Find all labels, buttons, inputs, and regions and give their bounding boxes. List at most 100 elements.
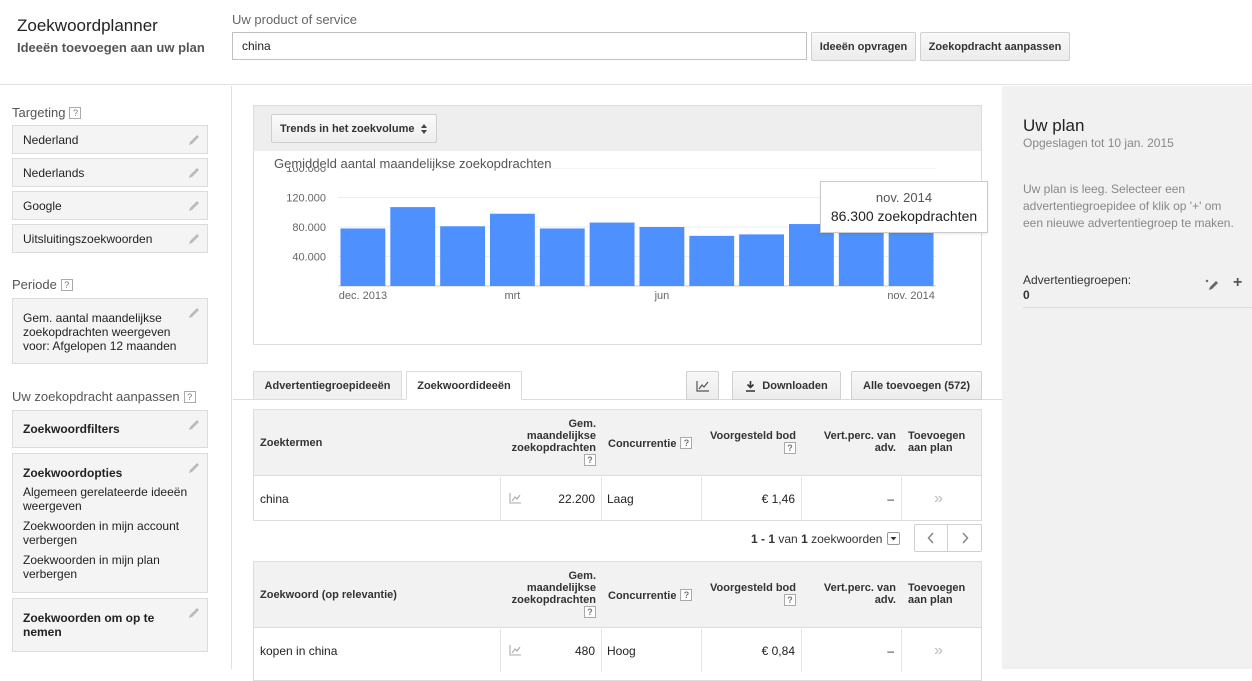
pencil-icon[interactable] <box>187 232 201 246</box>
help-icon[interactable]: ? <box>584 606 596 618</box>
customize-heading: Uw zoekopdracht aanpassen? <box>12 389 196 404</box>
period-box[interactable]: Gem. aantal maandelijkse zoekopdrachten … <box>12 298 208 364</box>
help-icon[interactable]: ? <box>680 589 693 601</box>
plan-divider <box>1023 307 1252 308</box>
add-ad-group-icon[interactable]: + <box>1233 274 1242 292</box>
get-ideas-button[interactable]: Ideeën opvragen <box>811 32 916 61</box>
line-chart-icon <box>695 380 709 392</box>
col-suggested-bid[interactable]: Voorgesteld bod ? <box>694 582 796 607</box>
chart-toolbar: Trends in het zoekvolume <box>254 106 981 151</box>
y-tick-label: 80.000 <box>292 222 326 234</box>
col-ad-impression-share[interactable]: Vert.perc. van adv. <box>809 582 896 606</box>
next-page-button[interactable] <box>949 525 981 551</box>
chart-bar[interactable] <box>440 226 486 286</box>
trend-chart-panel: Trends in het zoekvolume Gemiddeld aanta… <box>253 105 988 345</box>
add-to-plan-icon[interactable]: » <box>934 629 943 672</box>
chevron-down-icon <box>890 537 897 541</box>
app-title: Zoekwoordplanner <box>17 16 158 35</box>
pencil-icon[interactable] <box>187 166 201 180</box>
trend-selector[interactable]: Trends in het zoekvolume <box>271 114 438 143</box>
targeting-location[interactable]: Nederland <box>12 125 208 154</box>
download-button[interactable]: Downloaden <box>732 371 841 400</box>
impression-share-cell: – <box>887 643 894 658</box>
chart-bar[interactable] <box>639 227 685 286</box>
competition-cell: Laag <box>607 491 634 506</box>
chart-toggle-button[interactable] <box>686 371 719 400</box>
previous-page-button[interactable] <box>915 525 948 551</box>
product-search-input[interactable] <box>232 32 807 60</box>
chart-tooltip: nov. 2014 86.300 zoekopdrachten <box>820 181 988 233</box>
competition-cell: Hoog <box>607 643 636 658</box>
chart-bar[interactable] <box>539 228 585 286</box>
search-terms-table: Zoektermen Gem. maandelijkse zoekopdrach… <box>253 409 982 521</box>
chart-bar[interactable] <box>589 222 635 286</box>
keyword-cell: china <box>260 491 289 506</box>
impression-share-cell: – <box>887 491 894 506</box>
avg-searches-cell: 480 <box>574 643 595 658</box>
x-tick-label: jun <box>654 290 670 302</box>
trend-chart-icon[interactable] <box>509 492 522 504</box>
help-icon[interactable]: ? <box>69 107 82 119</box>
table-header: Zoektermen Gem. maandelijkse zoekopdrach… <box>254 410 981 476</box>
app-subtitle: Ideeën toevoegen aan uw plan <box>17 40 205 55</box>
col-suggested-bid[interactable]: Voorgesteld bod ? <box>694 430 796 455</box>
targeting-negative-keywords[interactable]: Uitsluitingszoekwoorden <box>12 224 208 253</box>
chart-bar[interactable] <box>390 207 436 286</box>
help-icon[interactable]: ? <box>584 454 596 466</box>
keyword-filters-box[interactable]: Zoekwoordfilters <box>12 410 208 448</box>
y-tick-label: 40.000 <box>292 252 326 264</box>
chevron-right-icon <box>962 532 969 544</box>
help-icon[interactable]: ? <box>183 391 196 403</box>
col-keyword-relevance[interactable]: Zoekwoord (op relevantie) <box>260 589 397 601</box>
pencil-icon[interactable] <box>187 461 201 475</box>
page-size-dropdown[interactable] <box>887 532 900 545</box>
tab-keyword-ideas[interactable]: Zoekwoordideeën <box>406 371 522 400</box>
col-search-terms[interactable]: Zoektermen <box>260 437 322 449</box>
edit-icon[interactable] <box>1205 279 1221 291</box>
keyword-options-box[interactable]: Zoekwoordopties Algemeen gerelateerde id… <box>12 453 208 593</box>
chart-bar[interactable] <box>739 234 785 286</box>
table-header: Zoekwoord (op relevantie) Gem. maandelij… <box>254 562 981 628</box>
keyword-ideas-table: Zoekwoord (op relevantie) Gem. maandelij… <box>253 561 982 681</box>
period-heading: Periode? <box>12 277 73 292</box>
include-keywords-box[interactable]: Zoekwoorden om op te nemen <box>12 598 208 652</box>
add-to-plan-icon[interactable]: » <box>934 477 943 520</box>
table-row: kopen in china 480 Hoog € 0,84 – » <box>254 629 981 672</box>
add-all-button[interactable]: Alle toevoegen (572) <box>851 371 982 400</box>
y-tick-label: 120.000 <box>286 193 326 205</box>
plan-panel: Uw plan Opgeslagen tot 10 jan. 2015 Uw p… <box>1002 86 1252 669</box>
help-icon[interactable]: ? <box>784 594 796 606</box>
product-field-label: Uw product of service <box>232 12 357 27</box>
chart-bar[interactable] <box>489 213 535 286</box>
col-competition[interactable]: Concurrentie? <box>608 437 693 450</box>
plan-empty-message: Uw plan is leeg. Selecteer een advertent… <box>1023 182 1234 230</box>
tab-ad-group-ideas[interactable]: Advertentiegroepideeën <box>253 371 402 400</box>
col-competition[interactable]: Concurrentie? <box>608 589 693 602</box>
help-icon[interactable]: ? <box>60 279 73 291</box>
targeting-network[interactable]: Google <box>12 191 208 220</box>
chevron-left-icon <box>927 532 934 544</box>
pencil-icon[interactable] <box>187 199 201 213</box>
trend-chart-icon[interactable] <box>509 644 522 656</box>
modify-search-button[interactable]: Zoekopdracht aanpassen <box>920 32 1070 61</box>
sort-arrows-icon <box>421 123 428 134</box>
chart-bar[interactable] <box>788 224 834 286</box>
bid-cell: € 1,46 <box>761 491 795 506</box>
ad-groups-count: 0 <box>1023 288 1030 302</box>
chart-bar[interactable] <box>689 235 735 286</box>
help-icon[interactable]: ? <box>680 437 693 449</box>
pencil-icon[interactable] <box>187 606 201 620</box>
plan-title: Uw plan <box>1023 116 1085 135</box>
chart-bar[interactable] <box>340 228 386 286</box>
download-icon <box>746 380 756 392</box>
main-content: Trends in het zoekvolume Gemiddeld aanta… <box>233 86 1002 681</box>
pencil-icon[interactable] <box>187 133 201 147</box>
pencil-icon[interactable] <box>187 418 201 432</box>
col-avg-monthly[interactable]: Gem. maandelijkse zoekopdrachten ? <box>504 570 596 619</box>
col-avg-monthly[interactable]: Gem. maandelijkse zoekopdrachten ? <box>504 418 596 467</box>
targeting-language[interactable]: Nederlands <box>12 158 208 187</box>
help-icon[interactable]: ? <box>784 442 796 454</box>
bid-cell: € 0,84 <box>761 643 795 658</box>
col-ad-impression-share[interactable]: Vert.perc. van adv. <box>809 430 896 454</box>
pencil-icon[interactable] <box>187 306 201 320</box>
